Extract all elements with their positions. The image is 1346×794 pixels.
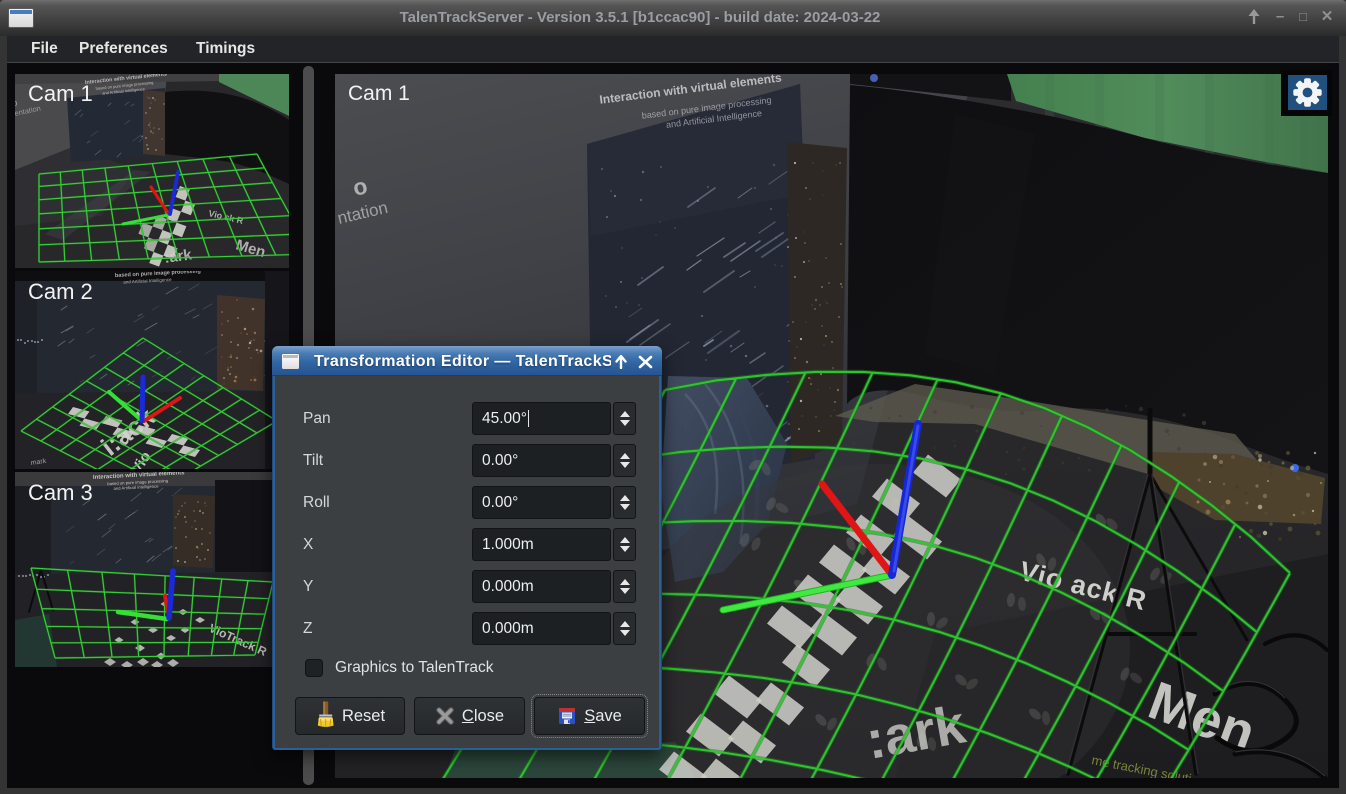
svg-text:Cam 1: Cam 1	[348, 82, 410, 105]
svg-text:Cam 2: Cam 2	[28, 279, 93, 304]
svg-text:Cam 3: Cam 3	[28, 480, 93, 505]
svg-text:Cam 1: Cam 1	[28, 81, 93, 106]
